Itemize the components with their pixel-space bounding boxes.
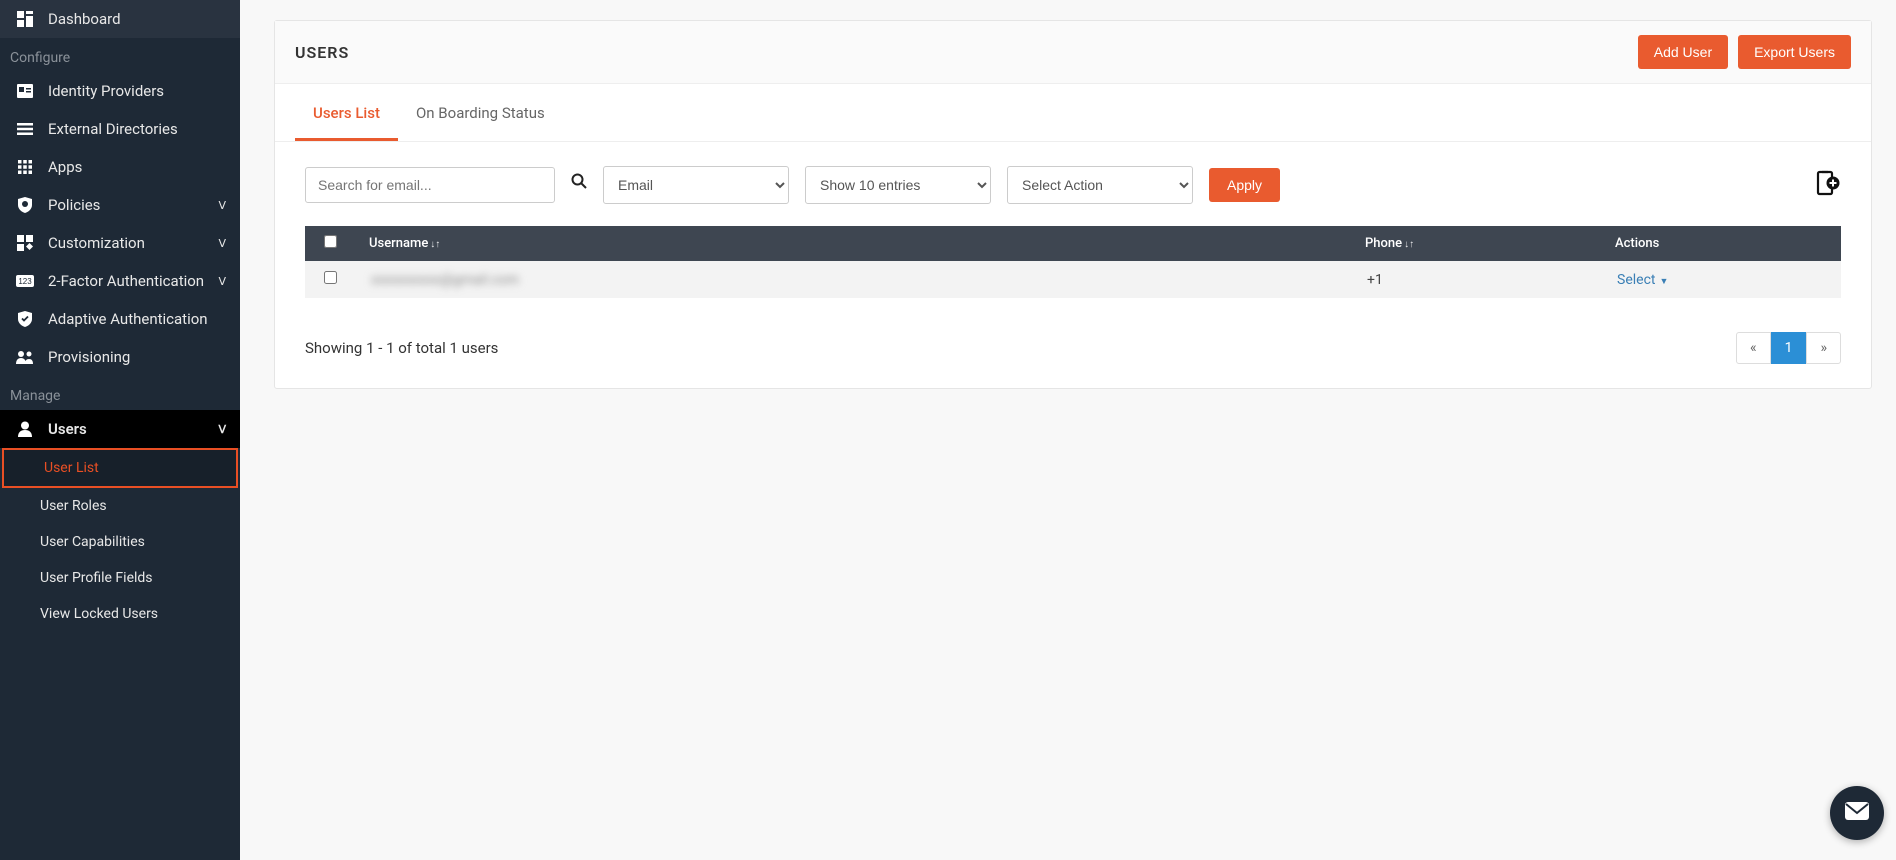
sidebar-item-dashboard[interactable]: Dashboard <box>0 0 240 38</box>
pagination-prev[interactable]: « <box>1736 332 1771 364</box>
sidebar-item-users[interactable]: Users ᐯ <box>0 410 240 448</box>
user-icon <box>14 421 36 437</box>
entries-select[interactable]: Show 10 entries <box>805 166 991 204</box>
sort-icon: ↓↑ <box>1404 239 1414 250</box>
sort-icon: ↓↑ <box>430 239 440 250</box>
dashboard-icon <box>14 11 36 27</box>
puzzle-icon <box>14 235 36 251</box>
sidebar-item-label: Provisioning <box>48 348 130 366</box>
filter-field-select[interactable]: Email <box>603 166 789 204</box>
sidebar-sub-label: User Capabilities <box>40 534 145 550</box>
sidebar-item-label: Dashboard <box>48 10 121 28</box>
search-input[interactable] <box>305 167 555 203</box>
id-card-icon <box>14 84 36 98</box>
column-checkbox <box>305 226 355 261</box>
sidebar-item-2fa[interactable]: 123 2-Factor Authentication ᐯ <box>0 262 240 300</box>
sidebar-sub-user-roles[interactable]: User Roles <box>0 488 240 524</box>
tabs: Users List On Boarding Status <box>275 88 1871 142</box>
column-phone[interactable]: Phone↓↑ <box>1351 226 1601 261</box>
action-select[interactable]: Select Action <box>1007 166 1193 204</box>
mail-icon <box>1844 801 1870 825</box>
chevron-down-icon: ᐯ <box>218 199 226 212</box>
sidebar-item-adaptive-auth[interactable]: Adaptive Authentication <box>0 300 240 338</box>
chevron-down-icon: ᐯ <box>218 423 226 436</box>
add-user-button[interactable]: Add User <box>1638 35 1728 69</box>
tab-onboarding-status[interactable]: On Boarding Status <box>398 88 563 141</box>
cell-phone: +1 <box>1351 261 1601 298</box>
main-content: USERS Add User Export Users Users List O… <box>240 0 1896 860</box>
sidebar-sub-view-locked-users[interactable]: View Locked Users <box>0 596 240 632</box>
search-icon <box>571 176 587 193</box>
users-table: Username↓↑ Phone↓↑ Actions <box>305 226 1841 298</box>
users-card: USERS Add User Export Users Users List O… <box>274 20 1872 389</box>
sidebar-sub-label: User Roles <box>40 498 107 514</box>
grid-icon <box>14 160 36 174</box>
add-device-icon <box>1815 170 1841 196</box>
sidebar: Dashboard Configure Identity Providers E… <box>0 0 240 860</box>
sidebar-item-label: Apps <box>48 158 82 176</box>
sidebar-sub-label: User Profile Fields <box>40 570 153 586</box>
cell-actions: Select▼ <box>1601 261 1841 298</box>
check-shield-icon <box>14 311 36 327</box>
sidebar-item-label: 2-Factor Authentication <box>48 272 204 290</box>
filter-toolbar: Email Show 10 entries Select Action Appl… <box>275 142 1871 216</box>
card-header: USERS Add User Export Users <box>275 21 1871 84</box>
page-title: USERS <box>295 43 349 62</box>
table-wrap: Username↓↑ Phone↓↑ Actions <box>275 216 1871 318</box>
result-count-text: Showing 1 - 1 of total 1 users <box>305 339 498 357</box>
caret-down-icon: ▼ <box>1659 277 1668 287</box>
chevron-down-icon: ᐯ <box>218 275 226 288</box>
users-cog-icon <box>14 350 36 364</box>
header-actions: Add User Export Users <box>1632 35 1851 69</box>
sidebar-item-policies[interactable]: Policies ᐯ <box>0 186 240 224</box>
pagination-next[interactable]: » <box>1806 332 1841 364</box>
sidebar-sub-user-list[interactable]: User List <box>2 448 238 488</box>
sidebar-item-label: Identity Providers <box>48 82 164 100</box>
sidebar-sub-user-profile-fields[interactable]: User Profile Fields <box>0 560 240 596</box>
pagination: « 1 » <box>1736 332 1841 364</box>
chevron-down-icon: ᐯ <box>218 237 226 250</box>
sidebar-sub-user-capabilities[interactable]: User Capabilities <box>0 524 240 560</box>
row-checkbox[interactable] <box>324 271 337 284</box>
search-button[interactable] <box>571 173 587 198</box>
sidebar-item-label: Users <box>48 420 87 438</box>
add-device-button[interactable] <box>1815 170 1841 200</box>
shield-icon <box>14 197 36 213</box>
column-username[interactable]: Username↓↑ <box>355 226 1351 261</box>
column-actions: Actions <box>1601 226 1841 261</box>
sidebar-section-manage: Manage <box>0 376 240 410</box>
export-users-button[interactable]: Export Users <box>1738 35 1851 69</box>
svg-text:123: 123 <box>18 277 32 286</box>
sidebar-sub-label: User List <box>44 460 99 476</box>
sidebar-item-provisioning[interactable]: Provisioning <box>0 338 240 376</box>
apply-button[interactable]: Apply <box>1209 168 1280 202</box>
chat-fab[interactable] <box>1830 786 1884 840</box>
select-all-checkbox[interactable] <box>324 235 337 248</box>
number-icon: 123 <box>14 275 36 287</box>
sidebar-item-external-directories[interactable]: External Directories <box>0 110 240 148</box>
sidebar-sub-label: View Locked Users <box>40 606 158 622</box>
sidebar-item-label: Customization <box>48 234 145 252</box>
sidebar-section-configure: Configure <box>0 38 240 72</box>
list-icon <box>14 123 36 135</box>
sidebar-item-customization[interactable]: Customization ᐯ <box>0 224 240 262</box>
pagination-page-1[interactable]: 1 <box>1771 332 1807 364</box>
sidebar-item-label: External Directories <box>48 120 178 138</box>
sidebar-item-label: Adaptive Authentication <box>48 310 208 328</box>
tab-users-list[interactable]: Users List <box>295 88 398 141</box>
sidebar-item-identity-providers[interactable]: Identity Providers <box>0 72 240 110</box>
table-footer: Showing 1 - 1 of total 1 users « 1 » <box>275 318 1871 388</box>
cell-username: xxxxxxxxxx@gmail.com <box>355 261 1351 298</box>
table-row: xxxxxxxxxx@gmail.com +1 Select▼ <box>305 261 1841 298</box>
sidebar-item-label: Policies <box>48 196 100 214</box>
sidebar-item-apps[interactable]: Apps <box>0 148 240 186</box>
row-action-select[interactable]: Select▼ <box>1617 272 1668 288</box>
